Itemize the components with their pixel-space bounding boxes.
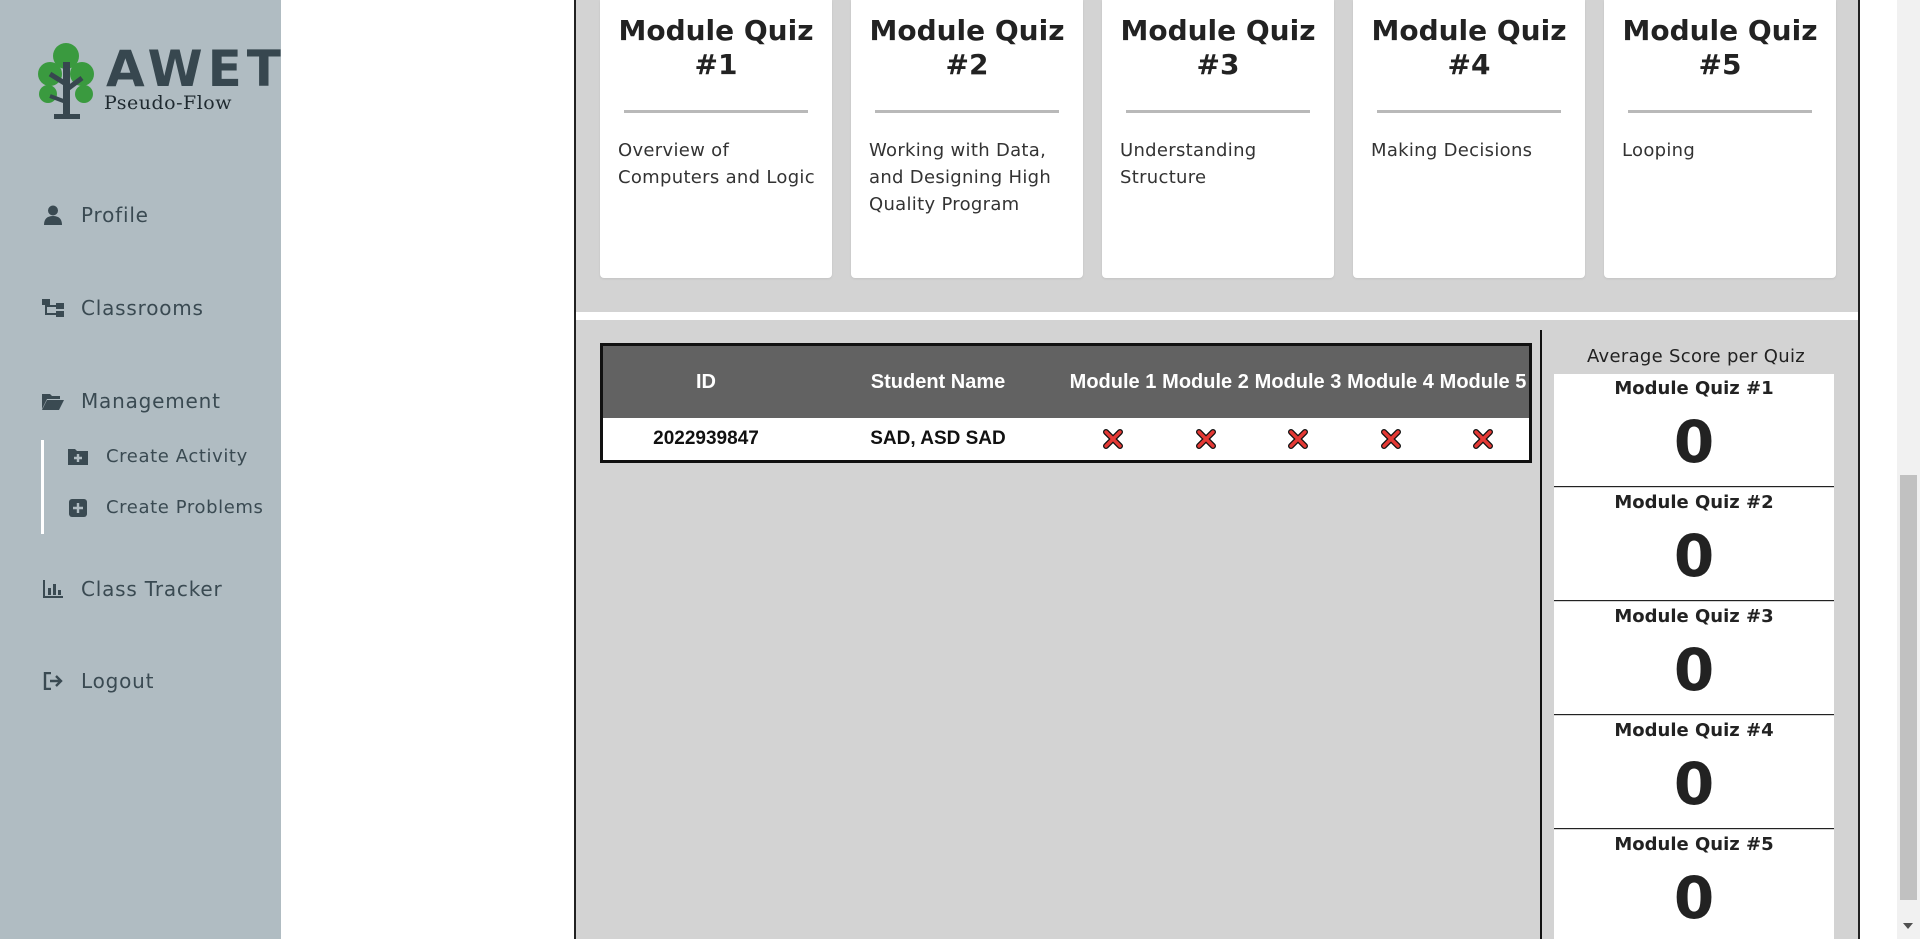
quiz-title: Module Quiz #5 (1622, 14, 1818, 81)
average-score-card: Module Quiz #1 0 (1554, 374, 1834, 487)
student-id-cell: 2022939847 (653, 428, 759, 449)
quiz-card[interactable]: Module Quiz #4 Making Decisions (1353, 0, 1585, 278)
quiz-title: Module Quiz #1 (618, 14, 814, 81)
incomplete-x-icon (1195, 429, 1216, 449)
user-icon (42, 204, 64, 226)
module-2-status-cell (1159, 418, 1252, 460)
incomplete-x-icon (1103, 429, 1123, 449)
quiz-title: Module Quiz #3 (1120, 14, 1316, 81)
student-progress-table: ID Student Name Module 1 Module 2 Module… (600, 343, 1532, 463)
average-score-value: 0 (1673, 864, 1715, 932)
column-header-module-3: Module 3 (1254, 371, 1342, 393)
quiz-description: Working with Data, and Designing High Qu… (869, 140, 1052, 215)
table-row[interactable]: 2022939847 SAD, ASD SAD (603, 418, 1529, 460)
sidebar-item-label: Class Tracker (81, 577, 223, 601)
main-panel: Module Quiz #1 Overview of Computers and… (574, 0, 1860, 939)
table-header: ID Student Name Module 1 Module 2 Module… (603, 346, 1529, 418)
sidebar-item-management[interactable]: Management (42, 389, 221, 413)
column-header-student-name: Student Name (870, 371, 1006, 393)
folder-open-icon (42, 390, 64, 412)
sidebar-item-label: Profile (81, 203, 149, 227)
average-score-label: Module Quiz #4 (1614, 720, 1774, 741)
brand-title: AWET (106, 40, 286, 98)
module-4-status-cell (1344, 418, 1437, 460)
scrollbar-thumb[interactable] (1900, 475, 1917, 900)
average-score-label: Module Quiz #5 (1614, 834, 1774, 855)
sidebar-item-label: Management (81, 389, 221, 413)
column-header-module-4: Module 4 (1347, 371, 1434, 393)
quiz-description: Looping (1622, 140, 1696, 161)
average-score-card: Module Quiz #2 0 (1554, 488, 1834, 601)
quiz-divider (624, 110, 808, 113)
tree-logo-icon (38, 43, 94, 119)
quiz-description: Making Decisions (1371, 140, 1533, 161)
sidebar-item-label: Logout (81, 669, 155, 693)
average-score-card: Module Quiz #3 0 (1554, 602, 1834, 715)
column-header-module-1: Module 1 (1069, 371, 1157, 393)
quiz-card[interactable]: Module Quiz #2 Working with Data, and De… (851, 0, 1083, 278)
quiz-description: Overview of Computers and Logic (618, 140, 815, 188)
sidebar-item-create-activity[interactable]: Create Activity (68, 446, 248, 467)
sidebar-item-logout[interactable]: Logout (42, 669, 154, 693)
bar-chart-icon (42, 578, 64, 600)
quiz-card-list: Module Quiz #1 Overview of Computers and… (600, 0, 1840, 278)
scroll-down-arrow-icon[interactable] (1903, 923, 1913, 929)
brand-logo[interactable]: AWET Pseudo-Flow (36, 40, 281, 122)
section-divider (576, 312, 1858, 320)
sidebar-item-class-tracker[interactable]: Class Tracker (42, 577, 223, 601)
incomplete-x-icon (1380, 429, 1401, 449)
student-name-cell: SAD, ASD SAD (870, 428, 1006, 449)
sidebar-item-classrooms[interactable]: Classrooms (42, 296, 204, 320)
average-score-label: Module Quiz #1 (1614, 378, 1774, 399)
average-score-value: 0 (1673, 750, 1715, 818)
average-score-card: Module Quiz #5 0 (1554, 830, 1834, 939)
quiz-divider (1628, 110, 1812, 113)
logout-icon (42, 670, 64, 692)
sitemap-icon (42, 297, 64, 319)
sidebar-item-profile[interactable]: Profile (42, 203, 149, 227)
sidebar-item-label: Create Activity (106, 446, 248, 467)
average-score-value: 0 (1673, 522, 1715, 590)
page-scrollbar[interactable] (1897, 0, 1920, 939)
plus-square-icon (68, 498, 88, 518)
quiz-title: Module Quiz #2 (869, 14, 1065, 81)
stats-divider (1540, 330, 1542, 939)
column-header-id: ID (696, 371, 716, 393)
average-score-value: 0 (1673, 636, 1715, 704)
stats-title: Average Score per Quiz (1586, 346, 1806, 367)
quiz-description: Understanding Structure (1120, 140, 1257, 188)
sidebar-item-create-problems[interactable]: Create Problems (68, 497, 264, 518)
quiz-divider (875, 110, 1059, 113)
average-score-card: Module Quiz #4 0 (1554, 716, 1834, 829)
quiz-divider (1126, 110, 1310, 113)
folder-plus-icon (68, 447, 88, 467)
module-5-status-cell (1437, 418, 1529, 460)
average-score-label: Module Quiz #2 (1614, 492, 1774, 513)
quiz-divider (1377, 110, 1561, 113)
average-score-label: Module Quiz #3 (1614, 606, 1774, 627)
sidebar: AWET Pseudo-Flow Profile Classrooms Mana… (0, 0, 281, 939)
module-3-status-cell (1252, 418, 1344, 460)
module-1-status-cell (1067, 418, 1159, 460)
column-header-module-2: Module 2 (1162, 371, 1249, 393)
management-submenu: Create Activity Create Problems (41, 440, 274, 534)
brand-subtitle: Pseudo-Flow (104, 92, 232, 114)
sidebar-item-label: Classrooms (81, 296, 204, 320)
sidebar-item-label: Create Problems (106, 497, 264, 518)
quiz-card[interactable]: Module Quiz #1 Overview of Computers and… (600, 0, 832, 278)
quiz-title: Module Quiz #4 (1371, 14, 1567, 81)
quiz-card[interactable]: Module Quiz #5 Looping (1604, 0, 1836, 278)
quiz-card[interactable]: Module Quiz #3 Understanding Structure (1102, 0, 1334, 278)
average-score-value: 0 (1673, 408, 1715, 476)
incomplete-x-icon (1473, 429, 1493, 449)
incomplete-x-icon (1288, 429, 1308, 449)
column-header-module-5: Module 5 (1439, 371, 1527, 393)
